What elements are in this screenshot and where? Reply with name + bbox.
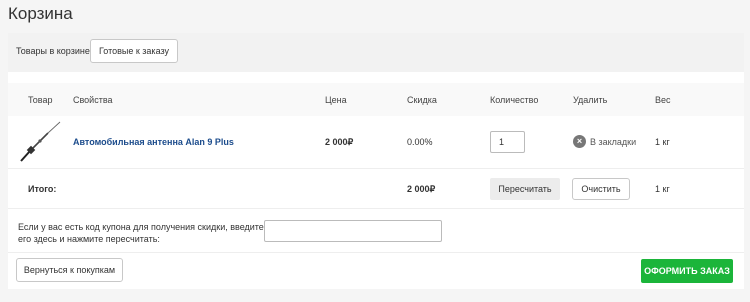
- totals-label: Итого:: [28, 184, 57, 194]
- column-header-quantity: Количество: [490, 95, 539, 105]
- recalculate-button[interactable]: Пересчитать: [490, 178, 560, 200]
- column-header-weight: Вес: [655, 95, 671, 105]
- cart-tabs-label: Товары в корзине:: [16, 46, 93, 56]
- back-to-shopping-button[interactable]: Вернуться к покупкам: [16, 258, 123, 282]
- totals-price: 2 000₽: [407, 184, 436, 194]
- item-price: 2 000₽: [325, 137, 354, 147]
- item-discount: 0.00%: [407, 137, 433, 147]
- antenna-icon[interactable]: [18, 120, 62, 164]
- add-to-bookmarks-button[interactable]: × В закладки: [573, 135, 636, 148]
- item-weight: 1 кг: [655, 137, 670, 147]
- coupon-instructions: Если у вас есть код купона для получения…: [18, 222, 264, 244]
- bookmark-label: В закладки: [590, 136, 637, 147]
- place-order-button[interactable]: ОФОРМИТЬ ЗАКАЗ: [641, 259, 733, 283]
- quantity-input[interactable]: [490, 131, 525, 153]
- coupon-input[interactable]: [264, 220, 442, 242]
- product-name-link[interactable]: Автомобильная антенна Alan 9 Plus: [73, 137, 234, 147]
- table-row: Автомобильная антенна Alan 9 Plus 2 000₽…: [8, 116, 744, 169]
- cart-tabs-bar: Товары в корзине: Готовые к заказу: [8, 33, 744, 72]
- ready-to-order-button[interactable]: Готовые к заказу: [90, 39, 178, 63]
- coupon-row: Если у вас есть код купона для получения…: [8, 209, 744, 253]
- column-header-product: Товар: [28, 95, 53, 105]
- close-circle-icon: ×: [573, 135, 586, 148]
- page-title: Корзина: [8, 4, 73, 23]
- table-header: Товар Свойства Цена Скидка Количество Уд…: [8, 83, 744, 116]
- cart-card: Товары в корзине: Готовые к заказу Товар…: [8, 33, 744, 289]
- column-header-price: Цена: [325, 95, 347, 105]
- totals-row: Итого: 2 000₽ Пересчитать Очистить 1 кг: [8, 169, 744, 209]
- column-header-discount: Скидка: [407, 95, 437, 105]
- column-header-properties: Свойства: [73, 95, 113, 105]
- clear-cart-button[interactable]: Очистить: [572, 178, 630, 200]
- column-header-delete: Удалить: [573, 95, 608, 105]
- totals-weight: 1 кг: [655, 184, 670, 194]
